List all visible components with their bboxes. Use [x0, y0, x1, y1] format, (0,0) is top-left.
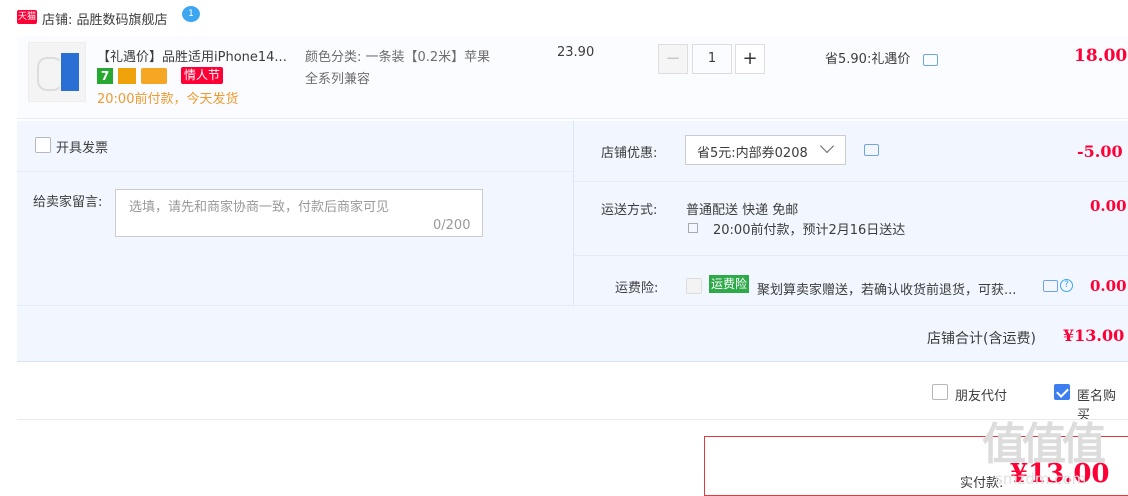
delivery-estimate: 20:00前付款，预计2月16日送达 — [713, 223, 906, 238]
help-icon[interactable]: ? — [1060, 279, 1073, 292]
coupon-selected: 省5元:内部券0208 — [697, 146, 808, 161]
check-icon — [1056, 385, 1069, 398]
copy-icon — [688, 223, 698, 233]
product-thumbnail[interactable] — [28, 42, 86, 102]
store-name[interactable]: 店铺: 品胜数码旗舰店 — [42, 9, 168, 28]
message-icon[interactable] — [923, 54, 938, 66]
row-divider — [574, 255, 1128, 256]
store-total-label: 店铺合计(含运费) — [927, 331, 1036, 347]
invoice-checkbox[interactable] — [35, 137, 51, 153]
watermark-logo: 值值值 — [982, 419, 1106, 470]
unit-price: 23.90 — [557, 45, 595, 60]
item-total: 18.00 — [1074, 46, 1128, 66]
guarantee-icon — [118, 68, 136, 84]
section-divider — [17, 419, 1128, 420]
seven-day-return-icon: 7 — [97, 68, 113, 84]
product-title[interactable]: 【礼遇价】品胜适用iPhone14... — [97, 46, 287, 65]
insurance-checkbox[interactable] — [686, 278, 702, 294]
watermark-url: smzdm.com — [995, 470, 1087, 488]
card-icon — [141, 68, 167, 84]
decrease-button[interactable]: − — [658, 44, 688, 74]
insurance-tag: 运费险 — [709, 275, 750, 293]
valentine-badge: 情人节 — [181, 67, 224, 84]
row-divider — [17, 305, 1128, 306]
product-spec-compat: 全系列兼容 — [305, 72, 371, 87]
friend-pay-checkbox[interactable] — [932, 384, 948, 400]
invoice-label[interactable]: 开具发票 — [56, 137, 108, 156]
message-icon[interactable] — [864, 144, 879, 156]
discount-label: 店铺优惠: — [601, 146, 658, 161]
cable-image — [37, 57, 63, 91]
ship-note: 20:00前付款，今天发货 — [97, 92, 239, 107]
shipping-method: 普通配送 快递 免邮 — [686, 203, 799, 218]
friend-pay-label[interactable]: 朋友代付 — [955, 385, 1007, 404]
insurance-value: 0.00 — [1090, 277, 1127, 295]
tmall-logo-icon: 天猫 — [17, 10, 37, 24]
row-divider — [574, 181, 1128, 182]
shipping-label: 运送方式: — [601, 203, 658, 218]
shipping-value: 0.00 — [1090, 197, 1127, 215]
package-image — [61, 53, 79, 91]
increase-button[interactable]: + — [735, 44, 765, 74]
discount-note: 省5.90:礼遇价 — [825, 52, 911, 67]
message-label: 给卖家留言: — [33, 195, 103, 210]
insurance-desc: 聚划算卖家赠送，若确认收货前退货，可获... — [757, 283, 1017, 298]
chat-icon[interactable]: 1 — [182, 6, 200, 22]
insurance-label: 运费险: — [615, 281, 659, 296]
message-placeholder: 选填，请先和商家协商一致，付款后商家可见 — [129, 200, 390, 215]
store-total-value: ¥13.00 — [1063, 326, 1125, 345]
discount-value: -5.00 — [1077, 142, 1123, 161]
product-spec: 颜色分类: 一条装【0.2米】苹果 — [305, 50, 491, 65]
quantity-input[interactable]: 1 — [692, 44, 732, 74]
row-divider — [17, 171, 573, 172]
message-icon[interactable] — [1043, 280, 1058, 292]
panel-divider — [573, 121, 574, 305]
anonymous-checkbox[interactable] — [1054, 384, 1070, 400]
char-counter: 0/200 — [433, 218, 471, 233]
